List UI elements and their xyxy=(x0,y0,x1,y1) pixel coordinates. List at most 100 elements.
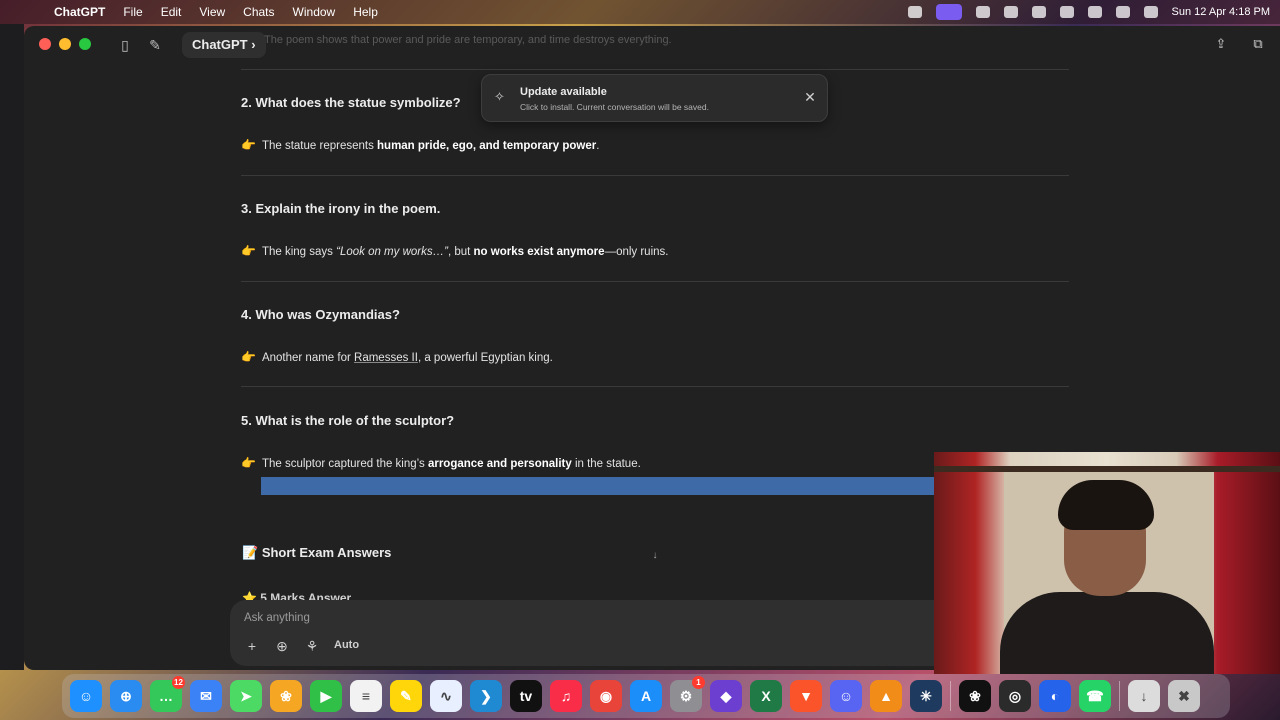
composer-input[interactable]: Ask anything xyxy=(244,612,310,624)
maximize-window-button[interactable] xyxy=(79,38,91,50)
pointing-hand-icon: 👉 xyxy=(241,138,256,152)
chevron-right-icon: › xyxy=(251,37,256,52)
menu-edit[interactable]: Edit xyxy=(152,5,191,19)
status-icon-1[interactable] xyxy=(907,6,922,18)
dock-obsidian-icon[interactable]: ◆ xyxy=(710,680,742,712)
menu-help[interactable]: Help xyxy=(344,5,387,19)
party-popper-icon: ✧ xyxy=(494,89,505,104)
pop-out-window-icon[interactable]: ⧉ xyxy=(1249,36,1267,54)
model-selector[interactable]: ChatGPT › xyxy=(182,32,266,58)
question-heading: 4. Who was Ozymandias? xyxy=(241,307,400,322)
mode-auto-button[interactable]: Auto xyxy=(334,639,359,651)
dock-messages-icon[interactable]: … 12 xyxy=(150,676,185,712)
menu-chats[interactable]: Chats xyxy=(234,5,283,19)
dock-apple-tv-icon[interactable]: tv xyxy=(510,680,542,712)
scrolled-text-behind-titlebar: The poem shows that power and pride are … xyxy=(264,34,672,46)
battery-icon[interactable] xyxy=(1031,6,1046,18)
dock-freeform-icon[interactable]: ∿ xyxy=(430,680,462,712)
pointing-hand-icon: 👉 xyxy=(241,350,256,364)
pointing-hand-icon: 👉 xyxy=(241,456,256,470)
dock-finder-icon[interactable]: ☺ xyxy=(70,680,102,712)
notification-badge: 12 xyxy=(172,676,185,689)
dock-vlc-icon[interactable]: ▲ xyxy=(870,680,902,712)
title-bar: ▯ ✎ ChatGPT › The poem shows that power … xyxy=(24,26,1280,64)
wifi-icon[interactable] xyxy=(1059,6,1074,18)
section-heading: 📝 Short Exam Answers xyxy=(242,545,392,560)
toast-title: Update available xyxy=(520,86,607,98)
webcam-overlay xyxy=(934,452,1280,674)
dock-system-settings-icon[interactable]: ⚙ 1 xyxy=(670,676,705,712)
answer-line: 👉 The statue represents human pride, ego,… xyxy=(241,138,600,152)
dock-chatgpt-icon[interactable]: ❀ xyxy=(959,680,991,712)
control-center-icon[interactable] xyxy=(1143,6,1158,18)
dock-perplexity-icon[interactable]: ✳ xyxy=(910,680,942,712)
status-area: Sun 12 Apr 4:18 PM xyxy=(907,0,1270,24)
update-available-toast[interactable]: ✧ Update available Click to install. Cur… xyxy=(481,74,828,122)
dock-trash-icon[interactable]: ✖ xyxy=(1168,680,1200,712)
question-heading: 3. Explain the irony in the poem. xyxy=(241,201,441,216)
add-attachment-icon[interactable]: + xyxy=(244,638,260,654)
entity-link[interactable]: Ramesses II xyxy=(354,352,418,364)
toast-subtitle: Click to install. Current conversation w… xyxy=(520,102,709,112)
new-chat-icon[interactable]: ✎ xyxy=(146,36,164,54)
menu-app-name[interactable]: ChatGPT xyxy=(46,5,114,19)
dock-downloads-folder-icon[interactable]: ↓ xyxy=(1128,680,1160,712)
scroll-down-icon[interactable]: ↓ xyxy=(648,550,662,564)
answer-line-selected[interactable]: 👉 The sculptor captured the king’s arroga… xyxy=(241,456,641,470)
dock-ai-app-icon[interactable]: ◐ xyxy=(1039,680,1071,712)
dock-separator xyxy=(1119,681,1120,711)
dock-notes-icon[interactable]: ✎ xyxy=(390,680,422,712)
close-icon[interactable]: ✕ xyxy=(803,90,817,104)
screen-record-icon[interactable] xyxy=(935,4,962,20)
globe-search-icon[interactable]: ⊕ xyxy=(274,638,290,654)
dock-app-store-icon[interactable]: A xyxy=(630,680,662,712)
dock-facetime-icon[interactable]: ▶ xyxy=(310,680,342,712)
message-composer[interactable]: Ask anything + ⊕ ⚘ Auto xyxy=(230,600,950,666)
model-label: ChatGPT xyxy=(192,37,248,52)
dock-discord-icon[interactable]: ☺ xyxy=(830,680,862,712)
dock-obs-icon[interactable]: ◎ xyxy=(999,680,1031,712)
siri-icon[interactable] xyxy=(1115,6,1130,18)
divider xyxy=(241,281,1069,282)
person-body xyxy=(1000,592,1214,674)
menu-bar: ChatGPT File Edit View Chats Window Help… xyxy=(0,0,1280,24)
menu-view[interactable]: View xyxy=(190,5,234,19)
question-heading: 5. What is the role of the sculptor? xyxy=(241,413,455,428)
person-hair xyxy=(1058,480,1154,530)
question-heading: 2. What does the statue symbolize? xyxy=(241,95,461,110)
share-icon[interactable]: ⇪ xyxy=(1212,36,1230,54)
sidebar-toggle-icon[interactable]: ▯ xyxy=(116,36,134,54)
notification-badge: 1 xyxy=(692,676,705,689)
divider xyxy=(241,69,1069,70)
answer-line: 👉 Another name for Ramesses II, a powerfu… xyxy=(241,350,553,364)
menu-window[interactable]: Window xyxy=(284,5,345,19)
dock-reminders-icon[interactable]: ≡ xyxy=(350,680,382,712)
spotlight-search-icon[interactable] xyxy=(1087,6,1102,18)
dock-safari-icon[interactable]: ⊕ xyxy=(110,680,142,712)
dock-maps-icon[interactable]: ➤ xyxy=(230,680,262,712)
divider xyxy=(241,175,1069,176)
dock-separator xyxy=(950,681,951,711)
dock-photos-icon[interactable]: ❀ xyxy=(270,680,302,712)
chatgpt-status-icon[interactable] xyxy=(975,6,990,18)
dock-brave-icon[interactable]: ▼ xyxy=(790,680,822,712)
background-window-edge xyxy=(0,24,24,670)
tools-icon[interactable]: ⚘ xyxy=(304,638,320,654)
dock-chrome-icon[interactable]: ◉ xyxy=(590,680,622,712)
pointing-hand-icon: 👉 xyxy=(241,244,256,258)
dock-vscode-icon[interactable]: ❯ xyxy=(470,680,502,712)
close-window-button[interactable] xyxy=(39,38,51,50)
dock-music-icon[interactable]: ♫ xyxy=(550,680,582,712)
menu-file[interactable]: File xyxy=(114,5,151,19)
menu-clock[interactable]: Sun 12 Apr 4:18 PM xyxy=(1172,6,1270,18)
dock: ☺ ⊕… 12 ✉ ➤ ❀ ▶ ≡ ✎ ∿ ❯ tv ♫ ◉ A ⚙ 1 ◆ X ▼ ☺ ▲ ✳ ❀ ◎ ◐ ☎ ↓ ✖ xyxy=(62,674,1230,718)
dock-excel-icon[interactable]: X xyxy=(750,680,782,712)
memo-icon: 📝 xyxy=(242,545,259,560)
dock-whatsapp-icon[interactable]: ☎ xyxy=(1079,680,1111,712)
divider xyxy=(241,386,1069,387)
dock-mail-icon[interactable]: ✉ xyxy=(190,680,222,712)
answer-line: 👉 The king says “Look on my works…”, but … xyxy=(241,244,669,258)
window-controls xyxy=(39,38,91,50)
input-source-icon[interactable] xyxy=(1003,6,1018,18)
minimize-window-button[interactable] xyxy=(59,38,71,50)
